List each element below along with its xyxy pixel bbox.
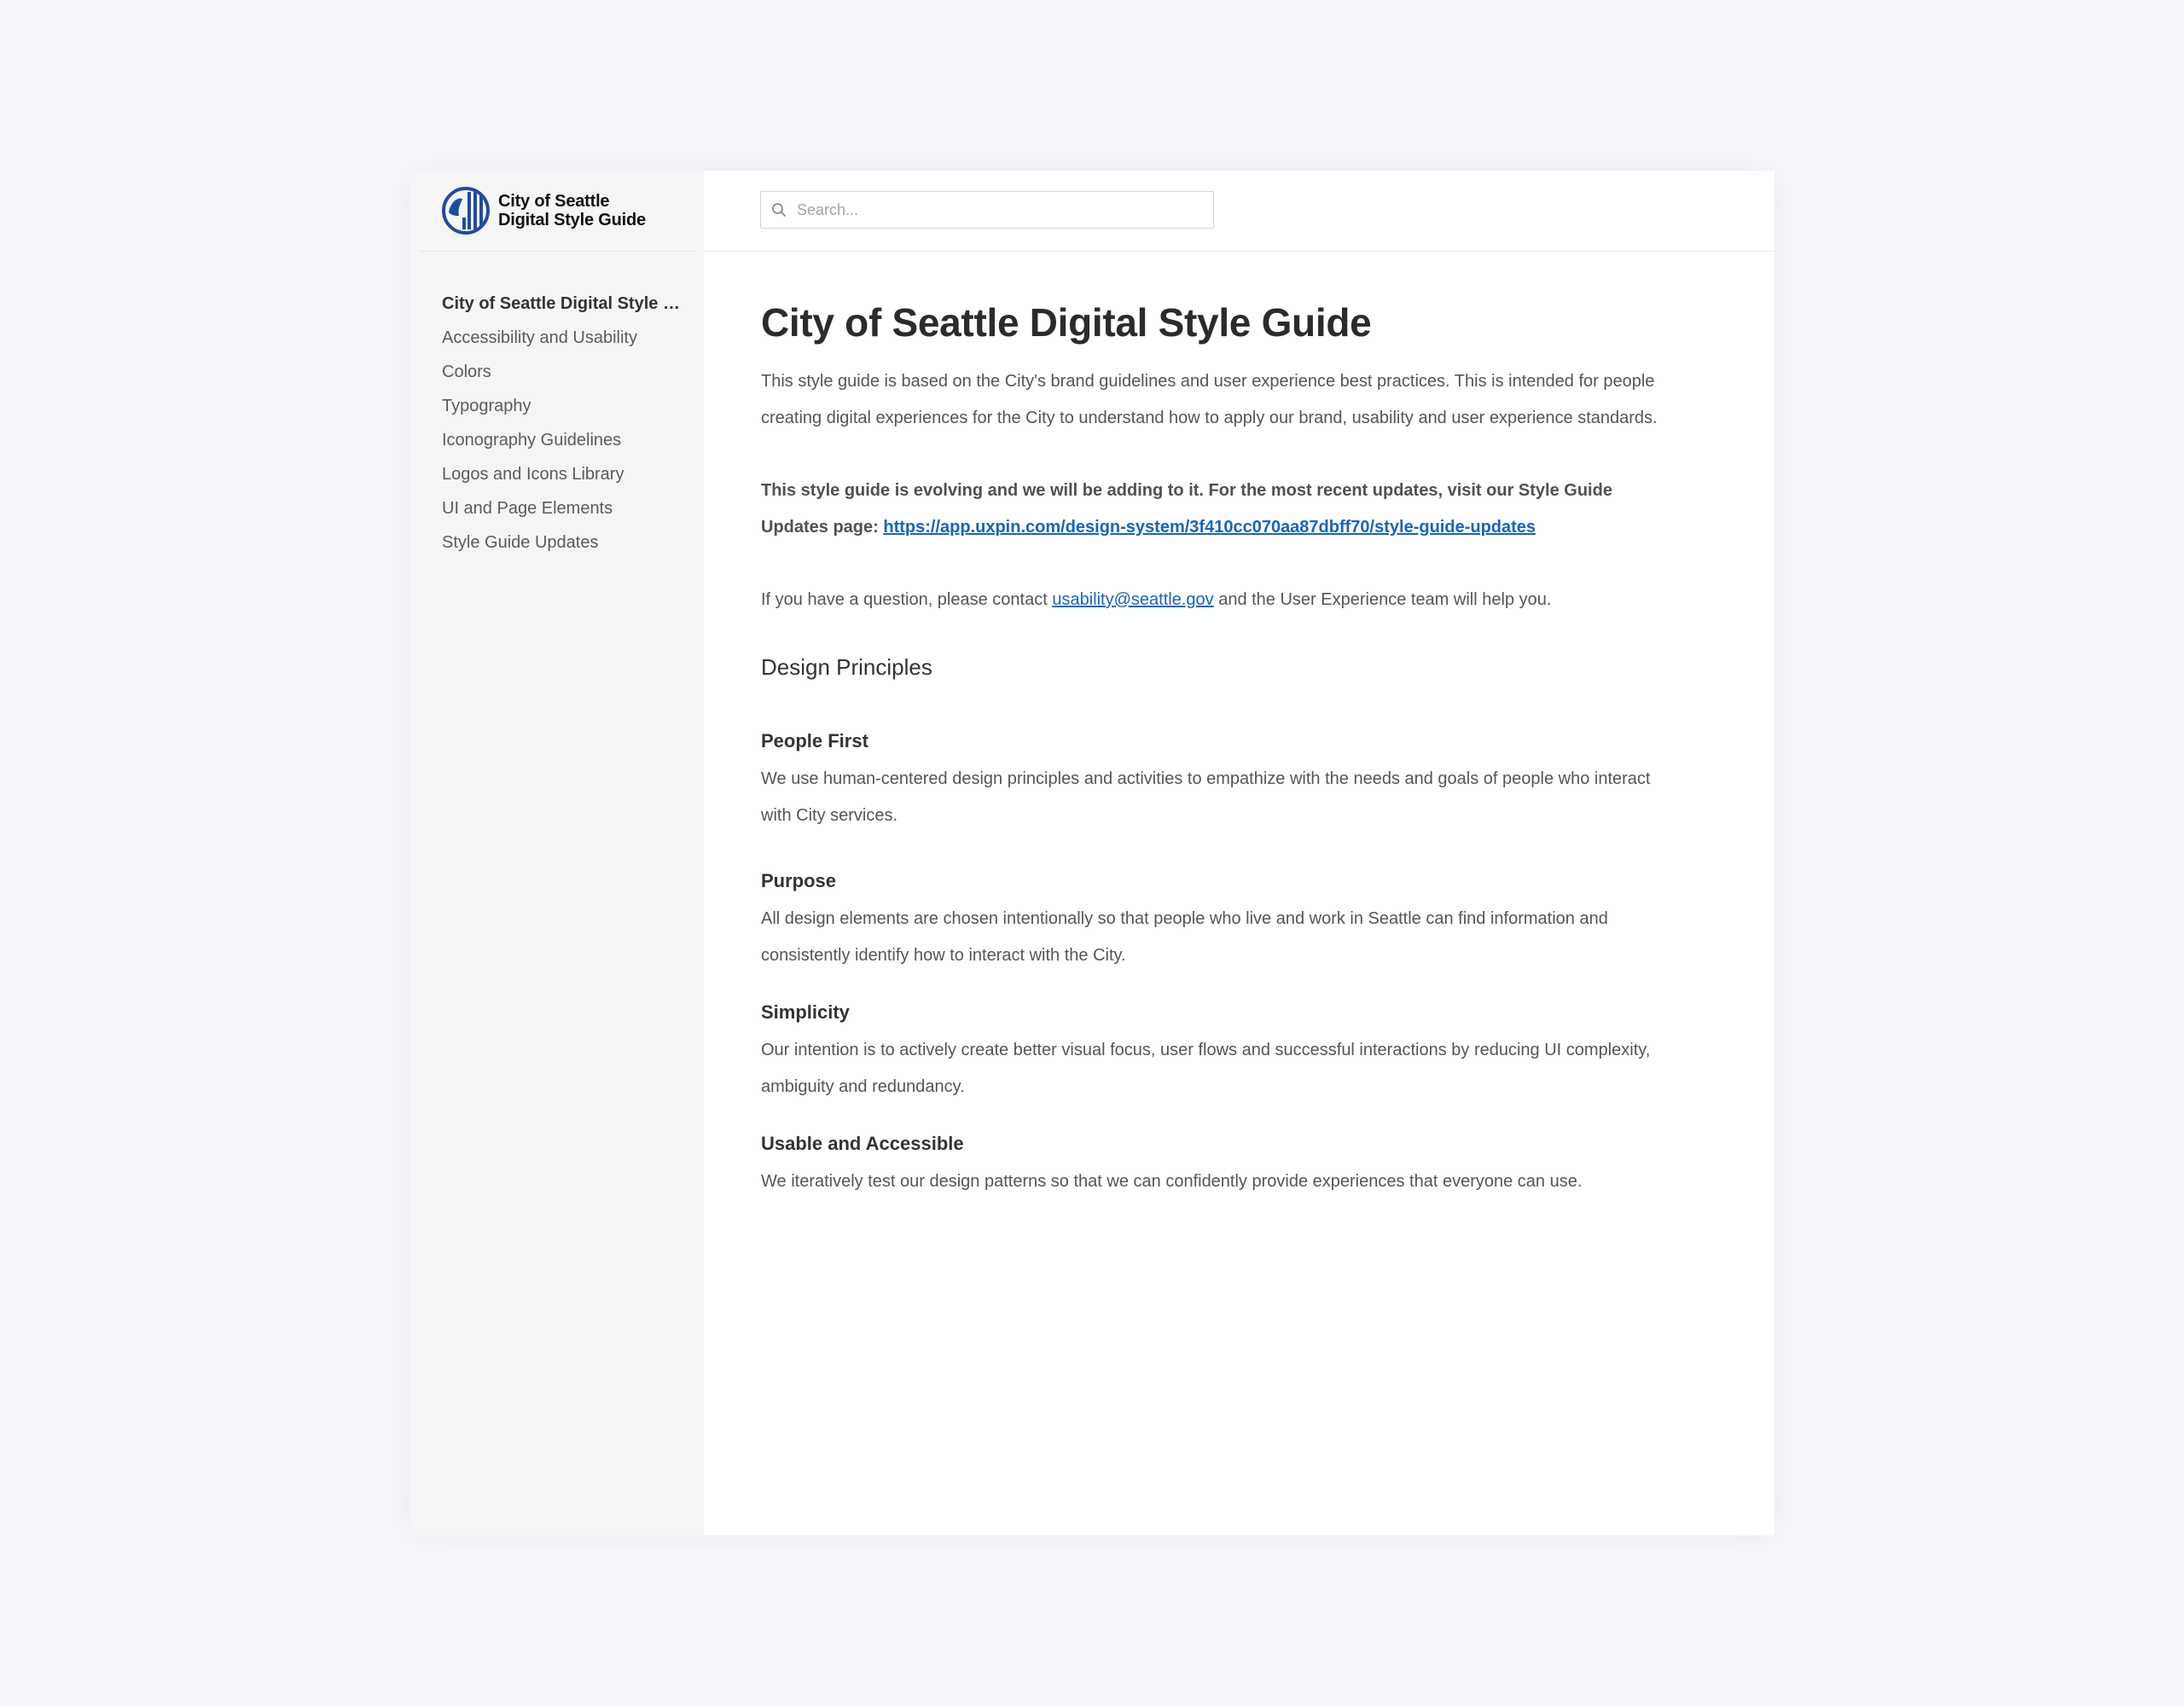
updates-link[interactable]: https://app.uxpin.com/design-system/3f41… [883,518,1536,537]
principle-title: Simplicity [761,1001,850,1023]
search-input[interactable] [795,200,1199,220]
principle-title: People First [761,730,868,751]
top-bar [704,171,1774,252]
intro-paragraph: This style guide is based on the City's … [761,372,1658,427]
contact-paragraph: If you have a question, please contact u… [761,582,1665,618]
principle-simplicity: Simplicity Our intention is to actively … [761,1000,1665,1105]
principle-text: We iteratively test our design patterns … [761,1172,1583,1191]
contact-suffix: and the User Experience team will help y… [1213,590,1552,609]
sidebar: City of Seattle Digital Style Guide City… [410,171,704,1535]
principle-text: All design elements are chosen intention… [761,909,1608,965]
updates-paragraph: This style guide is evolving and we will… [761,473,1665,546]
principle-text: We use human-centered design principles … [761,769,1651,825]
sidebar-item-typography[interactable]: Typography [442,389,689,423]
sidebar-item-logos-icons[interactable]: Logos and Icons Library [442,457,689,491]
article: City of Seattle Digital Style Guide This… [761,299,1665,1200]
page-title: City of Seattle Digital Style Guide [761,300,1372,345]
sidebar-item-colors[interactable]: Colors [442,355,689,389]
design-principles-heading: Design Principles [761,654,932,680]
brand-line-1: City of Seattle [498,192,610,211]
style-guide-window: City of Seattle Digital Style Guide City… [410,171,1774,1535]
sidebar-item-accessibility[interactable]: Accessibility and Usability [442,321,689,355]
principle-usable-accessible: Usable and Accessible We iteratively tes… [761,1131,1665,1200]
principle-title: Purpose [761,870,837,891]
sidebar-item-style-guide[interactable]: City of Seattle Digital Style Guide [442,287,689,321]
search-icon [772,203,786,217]
sidebar-item-ui-elements[interactable]: UI and Page Elements [442,491,689,525]
search-box[interactable] [760,191,1214,229]
sidebar-item-iconography[interactable]: Iconography Guidelines [442,423,689,457]
principle-text: Our intention is to actively create bett… [761,1041,1651,1096]
sidebar-item-updates[interactable]: Style Guide Updates [442,525,689,560]
brand-line-2: Digital Style Guide [498,211,646,229]
principle-title: Usable and Accessible [761,1133,964,1154]
principle-purpose: Purpose All design elements are chosen i… [761,868,1665,974]
principle-people-first: People First We use human-centered desig… [761,728,1665,834]
seattle-seal-logo-icon [442,187,490,235]
sidebar-nav: City of Seattle Digital Style Guide Acce… [442,287,689,560]
contact-email-link[interactable]: usability@seattle.gov [1052,590,1213,609]
contact-prefix: If you have a question, please contact [761,590,1053,609]
brand-header[interactable]: City of Seattle Digital Style Guide [420,171,694,252]
main-content-area: City of Seattle Digital Style Guide This… [704,171,1774,1535]
brand-title: City of Seattle Digital Style Guide [498,192,646,229]
